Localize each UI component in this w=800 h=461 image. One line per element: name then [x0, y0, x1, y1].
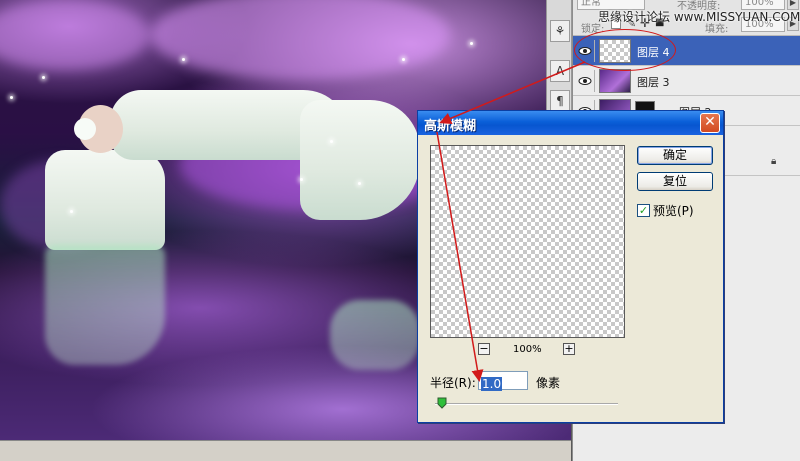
sparkle [300, 178, 303, 181]
radius-value: 1.0 [481, 377, 503, 391]
gaussian-blur-dialog: 高斯模糊 ✕ 确定 复位 ✓ 预览(P) − 100% + 半径(R): 1.0… [417, 110, 724, 423]
photoshop-window: ⚘ A ¶ 正常 不透明度: 100% ▶ 锁定: ✎ ✛ ■ 填充: 100%… [0, 0, 800, 461]
paragraph-tool-icon[interactable]: ¶ [550, 90, 570, 112]
status-bar [0, 440, 571, 461]
purple-grass [150, 0, 450, 80]
sparkle [10, 96, 13, 99]
layer-name: 图层 3 [637, 76, 670, 89]
zoom-in-button[interactable]: + [563, 343, 575, 355]
annotation-oval [574, 29, 676, 71]
layer-row[interactable]: 图层 3 [573, 66, 800, 96]
dialog-title: 高斯模糊 [424, 119, 477, 134]
radius-slider-track[interactable] [435, 403, 618, 405]
sparkle [182, 58, 185, 61]
eye-icon[interactable] [575, 70, 595, 92]
filter-preview[interactable] [430, 145, 625, 338]
radius-input[interactable]: 1.0 [478, 371, 528, 391]
bride-dress [45, 150, 165, 250]
ok-button[interactable]: 确定 [637, 146, 713, 165]
sparkle [70, 210, 73, 213]
sparkle [42, 76, 45, 79]
preview-label: 预览(P) [653, 204, 694, 218]
unit-label: 像素 [536, 376, 561, 390]
zoom-level: 100% [513, 344, 542, 355]
watermark: 思缘设计论坛 www.MISSYUAN.COM [598, 10, 800, 24]
sparkle [402, 58, 405, 61]
zoom-out-button[interactable]: − [478, 343, 490, 355]
preview-checkbox-row[interactable]: ✓ 预览(P) [637, 202, 694, 219]
hair-flower [74, 118, 96, 140]
lock-icon: 🔒︎ [771, 156, 777, 167]
dialog-titlebar[interactable]: 高斯模糊 ✕ [418, 111, 723, 135]
purple-grass [0, 0, 150, 70]
sparkle [358, 182, 361, 185]
radius-slider-thumb[interactable] [437, 397, 447, 409]
tool-icon[interactable]: ⚘ [550, 20, 570, 42]
water-reflection [45, 245, 165, 365]
type-tool-icon[interactable]: A [550, 60, 570, 82]
water-reflection [330, 300, 420, 370]
sparkle [330, 140, 333, 143]
close-icon[interactable]: ✕ [700, 113, 720, 133]
preview-checkbox[interactable]: ✓ [637, 204, 650, 217]
sparkle [470, 42, 473, 45]
bride-dress-tail [300, 100, 420, 220]
radius-label: 半径(R): [430, 376, 476, 390]
layer-thumbnail [599, 69, 631, 93]
reset-button[interactable]: 复位 [637, 172, 713, 191]
panel-tool-strip: ⚘ A ¶ [546, 0, 572, 125]
